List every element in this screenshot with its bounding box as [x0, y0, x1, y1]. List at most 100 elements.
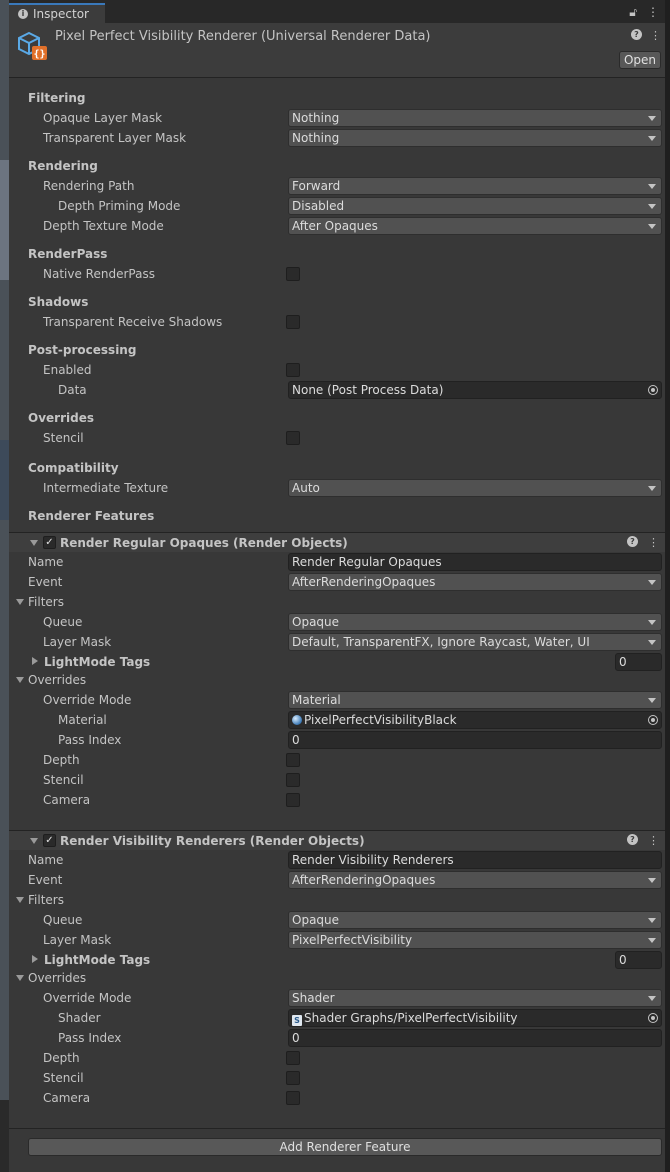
tab-bar: i Inspector 🔓︎ ⋮ [9, 0, 665, 23]
layer-mask-row: Layer Mask Default, TransparentFX, Ignor… [9, 632, 665, 652]
layer-mask-dropdown[interactable]: PixelPerfectVisibility [288, 931, 662, 949]
feature-name-input[interactable]: Render Visibility Renderers [288, 851, 662, 869]
stencil-row: Stencil [9, 770, 665, 790]
foldout-arrow-icon[interactable] [16, 975, 24, 981]
overrides-foldout[interactable]: Overrides [9, 968, 665, 988]
camera-checkbox[interactable] [286, 793, 300, 807]
overrides-section: Overrides [9, 408, 665, 428]
object-picker-icon[interactable] [648, 1013, 658, 1023]
camera-checkbox[interactable] [286, 1091, 300, 1105]
intermediate-texture-dropdown[interactable]: Auto [288, 479, 662, 497]
renderer-feature-header[interactable]: ✓ Render Visibility Renderers (Render Ob… [9, 830, 665, 850]
foldout-arrow-icon[interactable] [16, 677, 24, 683]
queue-dropdown[interactable]: Opaque [288, 613, 662, 631]
field-label: Camera [43, 793, 91, 807]
lightmode-count-input[interactable]: 0 [615, 653, 662, 671]
renderer-feature-header[interactable]: ✓ Render Regular Opaques (Render Objects… [9, 532, 665, 552]
material-field[interactable]: PixelPerfectVisibilityBlack [288, 711, 662, 729]
event-dropdown[interactable]: AfterRenderingOpaques [288, 573, 662, 591]
opaque-layer-mask-dropdown[interactable]: Nothing [288, 109, 662, 127]
pass-index-input[interactable]: 0 [288, 731, 662, 749]
layer-mask-dropdown[interactable]: Default, TransparentFX, Ignore Raycast, … [288, 633, 662, 651]
more-vertical-icon[interactable]: ⋮ [647, 5, 659, 20]
renderpass-section: RenderPass [9, 244, 665, 264]
depth-checkbox[interactable] [286, 1051, 300, 1065]
depth-row: Depth [9, 1048, 665, 1068]
field-label: Depth [43, 1051, 80, 1065]
event-dropdown[interactable]: AfterRenderingOpaques [288, 871, 662, 889]
lightmode-tags-foldout[interactable]: LightMode Tags 0 [9, 950, 665, 970]
field-label: Enabled [43, 363, 92, 377]
foldout-arrow-icon[interactable] [30, 838, 38, 844]
feature-event-row: Event AfterRenderingOpaques [9, 572, 665, 592]
section-header: RenderPass [28, 247, 108, 261]
feature-enabled-checkbox[interactable]: ✓ [43, 536, 56, 549]
feature-enabled-checkbox[interactable]: ✓ [43, 834, 56, 847]
add-renderer-feature-button[interactable]: Add Renderer Feature [28, 1138, 662, 1156]
shader-field[interactable]: S Shader Graphs/PixelPerfectVisibility [288, 1009, 662, 1027]
override-mode-dropdown[interactable]: Shader [288, 989, 662, 1007]
rendering-path-dropdown[interactable]: Forward [288, 177, 662, 195]
depth-priming-row: Depth Priming Mode Disabled [9, 196, 665, 216]
foldout-arrow-icon[interactable] [32, 657, 38, 665]
object-picker-icon[interactable] [648, 715, 658, 725]
transparent-receive-shadows-checkbox[interactable] [286, 315, 300, 329]
object-picker-icon[interactable] [648, 385, 658, 395]
filtering-section: Filtering [9, 88, 665, 108]
scene-view-edge [0, 0, 9, 1172]
section-header: Post-processing [28, 343, 137, 357]
queue-dropdown[interactable]: Opaque [288, 911, 662, 929]
field-label: Layer Mask [43, 635, 112, 649]
shadows-section: Shadows [9, 292, 665, 312]
feature-name-row: Name Render Regular Opaques [9, 552, 665, 572]
lightmode-count-input[interactable]: 0 [615, 951, 662, 969]
field-label: Depth Texture Mode [43, 219, 164, 233]
override-mode-row: Override Mode Shader [9, 988, 665, 1008]
lock-icon[interactable]: 🔓︎ [629, 5, 637, 20]
more-vertical-icon[interactable]: ⋮ [650, 29, 661, 42]
field-label: Shader [58, 1011, 101, 1025]
pass-index-row: Pass Index 0 [9, 1028, 665, 1048]
help-icon[interactable]: ? [627, 834, 638, 845]
opaque-layer-mask-row: Opaque Layer Mask Nothing [9, 108, 665, 128]
lightmode-tags-foldout[interactable]: LightMode Tags 0 [9, 652, 665, 672]
depth-checkbox[interactable] [286, 753, 300, 767]
feature-name-row: Name Render Visibility Renderers [9, 850, 665, 870]
rendering-path-row: Rendering Path Forward [9, 176, 665, 196]
depth-texture-dropdown[interactable]: After Opaques [288, 217, 662, 235]
tab-inspector[interactable]: i Inspector [9, 3, 105, 23]
feature-header-icons: ? ⋮ [627, 536, 659, 549]
overrides-foldout[interactable]: Overrides [9, 670, 665, 690]
stencil-checkbox[interactable] [286, 431, 300, 445]
foldout-arrow-icon[interactable] [16, 599, 24, 605]
postprocessing-enabled-checkbox[interactable] [286, 363, 300, 377]
info-icon: i [18, 9, 28, 19]
stencil-checkbox[interactable] [286, 773, 300, 787]
scene-band [0, 1100, 9, 1172]
filters-foldout[interactable]: Filters [9, 592, 665, 612]
foldout-arrow-icon[interactable] [30, 540, 38, 546]
foldout-arrow-icon[interactable] [16, 897, 24, 903]
native-renderpass-checkbox[interactable] [286, 267, 300, 281]
more-vertical-icon[interactable]: ⋮ [648, 834, 659, 847]
feature-event-row: Event AfterRenderingOpaques [9, 870, 665, 890]
help-icon[interactable]: ? [631, 29, 642, 40]
depth-priming-dropdown[interactable]: Disabled [288, 197, 662, 215]
foldout-arrow-icon[interactable] [32, 955, 38, 963]
filters-foldout[interactable]: Filters [9, 890, 665, 910]
transparent-layer-mask-dropdown[interactable]: Nothing [288, 129, 662, 147]
asset-title: Pixel Perfect Visibility Renderer (Unive… [55, 29, 431, 44]
postprocess-data-field[interactable]: None (Post Process Data) [288, 381, 662, 399]
pass-index-input[interactable]: 0 [288, 1029, 662, 1047]
stencil-checkbox[interactable] [286, 1071, 300, 1085]
more-vertical-icon[interactable]: ⋮ [648, 536, 659, 549]
open-button[interactable]: Open [619, 51, 661, 69]
feature-title: Render Regular Opaques (Render Objects) [60, 536, 348, 550]
stencil-row: Stencil [9, 1068, 665, 1088]
help-icon[interactable]: ? [627, 536, 638, 547]
override-mode-dropdown[interactable]: Material [288, 691, 662, 709]
foldout-label: Filters [28, 595, 64, 609]
svg-text:{}: {} [33, 49, 45, 60]
feature-name-input[interactable]: Render Regular Opaques [288, 553, 662, 571]
transparent-layer-mask-row: Transparent Layer Mask Nothing [9, 128, 665, 148]
